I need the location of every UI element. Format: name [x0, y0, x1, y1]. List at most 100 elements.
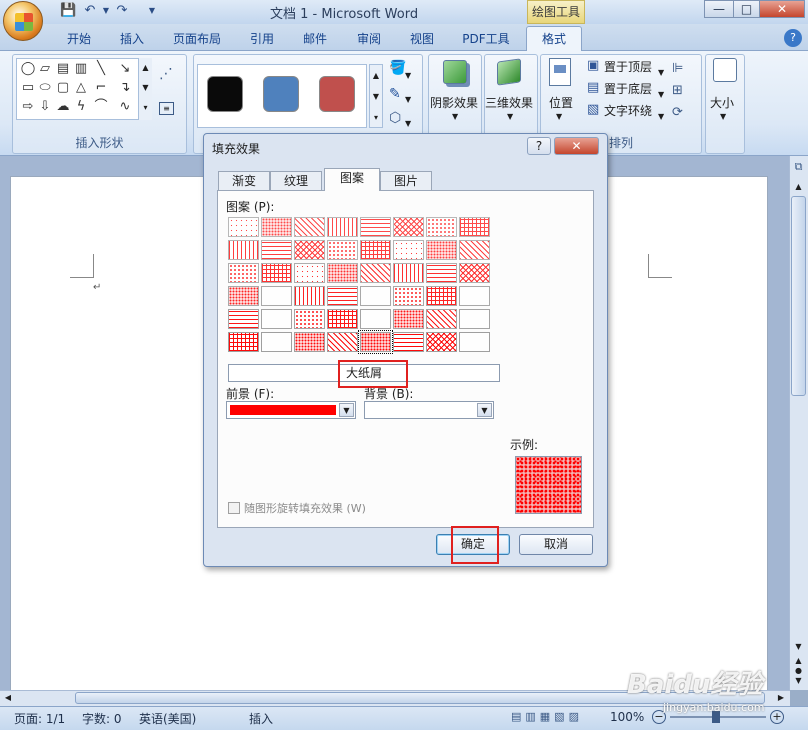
tab-pattern[interactable]: 图案: [324, 168, 380, 191]
tab-pdf-tools[interactable]: PDF工具: [456, 28, 516, 50]
freeform-shape-icon[interactable]: ∿: [117, 99, 133, 115]
pattern-swatch[interactable]: [327, 286, 358, 306]
save-icon[interactable]: 💾: [60, 3, 76, 19]
curve-shape-icon[interactable]: ⌒: [93, 99, 109, 115]
scroll-up-button[interactable]: ▲: [791, 180, 806, 194]
pattern-swatch[interactable]: [261, 286, 292, 306]
pattern-swatch[interactable]: [228, 240, 259, 260]
dialog-close-button[interactable]: ✕: [554, 137, 599, 155]
cancel-button[interactable]: 取消: [519, 534, 593, 555]
pattern-swatch[interactable]: [294, 309, 325, 329]
pattern-grid[interactable]: [228, 217, 492, 354]
pattern-swatch[interactable]: [261, 263, 292, 283]
position-button[interactable]: 位置: [549, 94, 573, 111]
outline-pen-icon[interactable]: ✎: [389, 86, 401, 102]
send-to-back-icon[interactable]: ▤: [587, 80, 599, 95]
restore-button[interactable]: □: [733, 0, 760, 18]
status-language[interactable]: 英语(美国): [139, 710, 196, 727]
text-box-icon[interactable]: ≡: [159, 102, 174, 115]
size-icon[interactable]: [713, 58, 737, 82]
shadow-effects-icon[interactable]: [443, 60, 467, 84]
pattern-swatch[interactable]: [459, 286, 490, 306]
edit-shape-icon[interactable]: ⋰: [159, 66, 173, 82]
3d-dropdown-icon[interactable]: ▼: [507, 112, 513, 121]
redo-icon[interactable]: ↷: [114, 3, 130, 19]
bring-to-front-icon[interactable]: ▣: [587, 58, 599, 73]
pattern-swatch[interactable]: [327, 240, 358, 260]
customize-dropdown-icon[interactable]: ▼: [144, 3, 160, 19]
pattern-swatch[interactable]: [426, 309, 457, 329]
pattern-swatch[interactable]: [393, 217, 424, 237]
pattern-swatch[interactable]: [426, 286, 457, 306]
pattern-swatch[interactable]: [261, 309, 292, 329]
status-insert-mode[interactable]: 插入: [249, 710, 273, 727]
style-swatch-black[interactable]: [207, 76, 243, 112]
shadow-effects-button[interactable]: 阴影效果: [430, 94, 478, 111]
pattern-swatch[interactable]: [459, 332, 490, 352]
shadow-dropdown-icon[interactable]: ▼: [452, 112, 458, 121]
pattern-swatch[interactable]: [327, 309, 358, 329]
ruler-toggle-icon[interactable]: ⧉: [791, 160, 806, 174]
triangle-shape-icon[interactable]: △: [73, 80, 89, 96]
lightning-shape-icon[interactable]: ϟ: [73, 99, 89, 115]
pattern-swatch[interactable]: [459, 240, 490, 260]
bring-to-front-button[interactable]: 置于顶层: [604, 58, 652, 75]
rectangle-shape-icon[interactable]: ▭: [20, 80, 36, 96]
pattern-swatch[interactable]: [459, 217, 490, 237]
tab-review[interactable]: 审阅: [348, 28, 390, 50]
pattern-swatch[interactable]: [327, 263, 358, 283]
oval-shape-icon[interactable]: ◯: [20, 61, 36, 77]
rounded-rect-icon[interactable]: ▢: [55, 80, 71, 96]
help-icon[interactable]: ?: [784, 29, 802, 47]
ok-button[interactable]: 确定: [436, 534, 510, 555]
pattern-swatch[interactable]: [228, 263, 259, 283]
3d-effects-icon[interactable]: [497, 58, 521, 86]
pattern-swatch[interactable]: [327, 332, 358, 352]
tab-page-layout[interactable]: 页面布局: [166, 28, 228, 50]
vertical-scroll-thumb[interactable]: [791, 196, 806, 396]
tab-insert[interactable]: 插入: [111, 28, 153, 50]
size-button[interactable]: 大小: [710, 94, 734, 111]
position-dropdown-icon[interactable]: ▼: [556, 112, 562, 121]
style-swatch-red[interactable]: [319, 76, 355, 112]
more-icon[interactable]: ▾: [139, 98, 152, 118]
office-button[interactable]: [3, 1, 43, 41]
textbox-shape-icon[interactable]: ▤: [55, 61, 71, 77]
view-buttons[interactable]: ▤▥▦▧▨: [511, 710, 599, 726]
pattern-swatch[interactable]: [358, 330, 393, 354]
tab-picture[interactable]: 图片: [380, 171, 432, 191]
pattern-swatch[interactable]: [228, 332, 259, 352]
size-dropdown-icon[interactable]: ▼: [720, 112, 726, 121]
status-page[interactable]: 页面: 1/1: [14, 710, 65, 727]
fill-dropdown-icon[interactable]: ▼ ▼ ▼: [405, 64, 411, 136]
callout-shape-icon[interactable]: ☁: [55, 99, 71, 115]
ellipse-shape-icon[interactable]: ⬭: [37, 80, 53, 96]
pattern-swatch[interactable]: [393, 240, 424, 260]
pattern-swatch[interactable]: [426, 332, 457, 352]
pattern-swatch[interactable]: [294, 286, 325, 306]
pattern-swatch[interactable]: [228, 217, 259, 237]
pattern-swatch[interactable]: [459, 309, 490, 329]
browse-object-icons[interactable]: ▲ ● ▼: [791, 656, 806, 686]
tab-references[interactable]: 引用: [242, 28, 282, 50]
fill-bucket-icon[interactable]: 🪣: [389, 60, 406, 76]
pattern-swatch[interactable]: [294, 240, 325, 260]
tab-view[interactable]: 视图: [401, 28, 443, 50]
3d-effects-button[interactable]: 三维效果: [485, 94, 533, 111]
pattern-swatch[interactable]: [393, 263, 424, 283]
shapes-gallery-scroll[interactable]: ▲ ▼ ▾: [138, 58, 152, 120]
right-arrow-shape-icon[interactable]: ⇨: [20, 99, 36, 115]
chevron-down-icon[interactable]: ▼: [477, 403, 492, 417]
foreground-color-select[interactable]: ▼: [226, 401, 356, 419]
pattern-swatch[interactable]: [360, 286, 391, 306]
undo-icon[interactable]: ↶: [82, 3, 98, 19]
pattern-swatch[interactable]: [360, 217, 391, 237]
pattern-swatch[interactable]: [393, 286, 424, 306]
pattern-swatch[interactable]: [393, 309, 424, 329]
cube-shape-icon[interactable]: ▱: [37, 61, 53, 77]
background-color-select[interactable]: ▼: [364, 401, 494, 419]
dialog-help-button[interactable]: ?: [527, 137, 551, 155]
vertical-textbox-icon[interactable]: ▥: [73, 61, 89, 77]
text-wrap-icon[interactable]: ▧: [587, 102, 599, 117]
pattern-swatch[interactable]: [426, 217, 457, 237]
